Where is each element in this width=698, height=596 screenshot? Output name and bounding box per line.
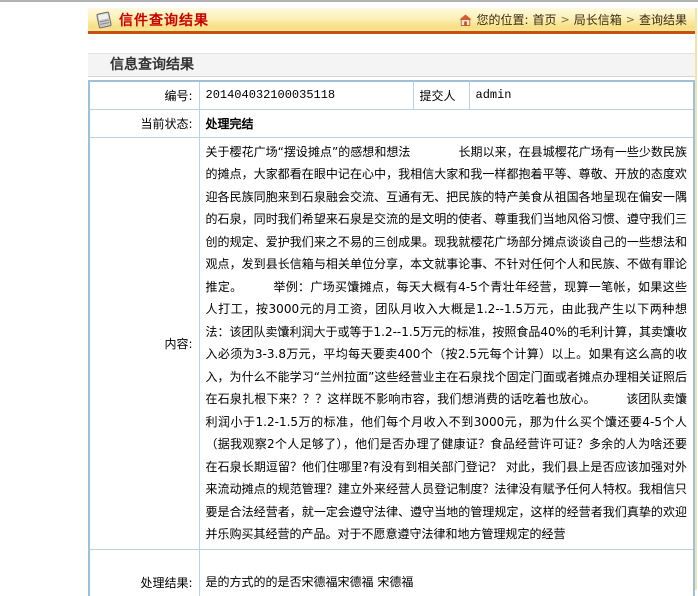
content-value: 关于樱花广场“摆设摊点”的感想和想法 长期以来，在县城樱花广场有一些少数民族的摊…: [199, 137, 694, 549]
home-icon: [459, 14, 472, 26]
breadcrumb-item-home[interactable]: 首页: [533, 11, 557, 28]
breadcrumb-item-mailbox[interactable]: 局长信箱: [574, 11, 622, 28]
page-title: 信件查询结果: [119, 10, 209, 30]
header-left: 信件查询结果: [94, 10, 209, 30]
breadcrumb: 您的位置: 首页 > 局长信箱 > 查询结果: [459, 11, 687, 28]
table-row: 内容: 关于樱花广场“摆设摊点”的感想和想法 长期以来，在县城樱花广场有一些少数…: [89, 137, 694, 549]
table-row: 当前状态: 处理完结: [89, 109, 694, 137]
breadcrumb-separator: >: [561, 13, 570, 26]
page-header: 信件查询结果 您的位置: 首页 > 局长信箱 > 查询结果: [88, 8, 695, 34]
page-right-edge: [695, 8, 697, 590]
status-value: 处理完结: [199, 109, 694, 137]
number-value: 201404032100035118: [199, 81, 413, 109]
content-label: 内容:: [89, 137, 199, 549]
submitter-value: admin: [469, 81, 694, 109]
table-row: 处理结果: 是的方式的的是否宋德福宋德福 宋德福: [89, 549, 694, 596]
table-row: 编号: 201404032100035118 提交人 admin: [89, 81, 694, 109]
page-top-divider: [0, 0, 698, 2]
breadcrumb-prefix: 您的位置:: [476, 11, 528, 28]
mail-icon: [94, 10, 114, 29]
breadcrumb-item-result: 查询结果: [639, 11, 687, 28]
result-value: 是的方式的的是否宋德福宋德福 宋德福: [199, 549, 694, 596]
submitter-label: 提交人: [413, 81, 469, 109]
number-label: 编号:: [89, 81, 199, 109]
status-label: 当前状态:: [89, 109, 199, 137]
letter-detail-table: 编号: 201404032100035118 提交人 admin 当前状态: 处…: [88, 80, 695, 596]
breadcrumb-separator: >: [626, 13, 635, 26]
content-column: 信件查询结果 您的位置: 首页 > 局长信箱 > 查询结果 信息查询结果 编号:…: [88, 8, 695, 596]
result-label: 处理结果:: [89, 549, 199, 596]
section-title: 信息查询结果: [88, 53, 695, 77]
